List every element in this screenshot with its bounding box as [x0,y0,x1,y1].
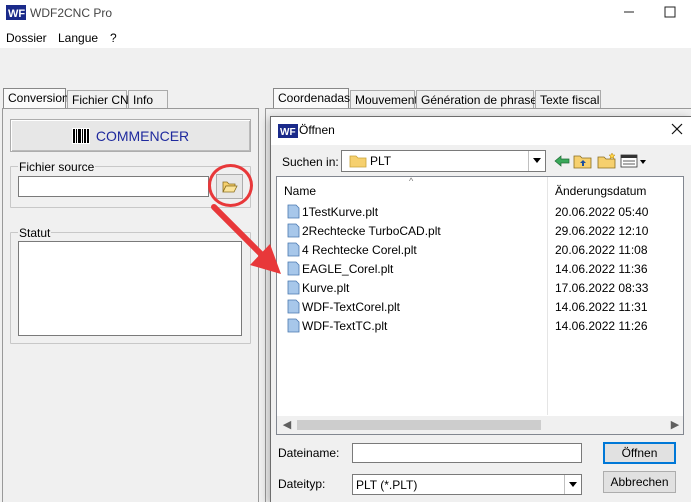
tab-coordenadas[interactable]: Coordenadas [273,88,350,110]
file-name: 4 Rechtecke Corel.plt [302,243,417,257]
tab-mouvement[interactable]: Mouvement [350,90,418,110]
svg-text:WF: WF [8,8,25,20]
menu-langue[interactable]: Langue [58,31,98,45]
back-icon[interactable] [552,152,572,170]
look-in-label: Suchen in: [282,155,339,169]
file-icon [287,242,300,257]
close-icon[interactable] [669,121,685,137]
file-name: WDF-TextTC.plt [302,319,388,333]
scroll-left-icon[interactable]: ◀ [280,416,294,434]
column-header-date[interactable]: Änderungsdatum [555,184,646,198]
horizontal-scrollbar[interactable]: ◀ ▶ [277,416,683,434]
filetype-value: PLT (*.PLT) [356,478,418,492]
filetype-dropdown[interactable]: PLT (*.PLT) [352,474,582,495]
file-date: 14.06.2022 11:36 [555,262,648,276]
file-icon [287,223,300,238]
file-date: 20.06.2022 11:08 [555,243,648,257]
view-menu-icon[interactable] [620,152,648,170]
chevron-down-icon[interactable] [564,475,581,494]
file-name: EAGLE_Corel.plt [302,262,394,276]
file-icon [287,280,300,295]
file-list[interactable]: ^ Name Änderungsdatum 1TestKurve.plt 20.… [276,176,684,435]
file-date: 14.06.2022 11:31 [555,300,648,314]
sort-ascending-icon: ^ [409,176,414,186]
source-group-label: Fichier source [18,160,96,174]
menu-help[interactable]: ? [110,31,117,45]
tab-generation-phrases[interactable]: Génération de phrases [416,90,543,110]
file-icon [287,318,300,333]
status-textarea[interactable] [18,241,242,336]
menu-bar: Dossier Langue ? [0,28,691,48]
file-name: WDF-TextCorel.plt [302,300,401,314]
window-title: WDF2CNC Pro [30,6,113,20]
menu-dossier[interactable]: Dossier [6,31,47,45]
chevron-down-icon[interactable] [528,151,545,171]
tab-fichier-cn[interactable]: Fichier CN [67,90,129,110]
file-row[interactable]: EAGLE_Corel.plt 14.06.2022 11:36 [277,259,683,278]
file-icon [287,261,300,276]
scrollbar-thumb[interactable] [297,420,541,430]
file-row[interactable]: Kurve.plt 17.06.2022 08:33 [277,278,683,297]
scroll-right-icon[interactable]: ▶ [668,416,682,434]
filename-label: Dateiname: [278,446,340,460]
file-name: 2Rechtecke TurboCAD.plt [302,224,441,238]
look-in-dropdown[interactable]: PLT [341,150,546,172]
look-in-value: PLT [370,154,392,168]
tab-texte-fiscal[interactable]: Texte fiscal [535,90,601,110]
new-folder-icon[interactable] [597,152,617,170]
file-row[interactable]: 4 Rechtecke Corel.plt 20.06.2022 11:08 [277,240,683,259]
barcode-icon [71,127,90,144]
start-button-label: COMMENCER [95,127,190,144]
file-row[interactable]: 2Rechtecke TurboCAD.plt 29.06.2022 12:10 [277,221,683,240]
file-row[interactable]: WDF-TextCorel.plt 14.06.2022 11:31 [277,297,683,316]
filetype-label: Dateityp: [278,477,326,491]
file-icon [287,204,300,219]
wdf-app-icon: WF [6,5,26,20]
tab-info[interactable]: Info [128,90,168,110]
column-header-name[interactable]: Name [284,184,316,198]
file-date: 14.06.2022 11:26 [555,319,648,333]
file-date: 17.06.2022 08:33 [555,281,649,295]
file-row[interactable]: WDF-TextTC.plt 14.06.2022 11:26 [277,316,683,335]
open-button[interactable]: Öffnen [603,442,676,464]
start-button[interactable]: COMMENCER [10,119,251,152]
status-group-label: Statut [18,226,52,240]
folder-icon [349,155,367,168]
minimize-icon[interactable] [619,3,639,21]
file-name: 1TestKurve.plt [302,205,379,219]
up-folder-icon[interactable] [573,152,593,170]
svg-text:WF: WF [280,127,296,138]
file-date: 20.06.2022 05:40 [555,205,649,219]
file-date: 29.06.2022 12:10 [555,224,649,238]
cancel-button[interactable]: Abbrechen [603,471,676,493]
filename-input[interactable] [352,443,582,463]
file-name: Kurve.plt [302,281,350,295]
file-row[interactable]: 1TestKurve.plt 20.06.2022 05:40 [277,202,683,221]
dialog-title: Öffnen [299,123,335,137]
tab-conversion[interactable]: Conversion [3,88,69,110]
file-icon [287,299,300,314]
maximize-icon[interactable] [660,3,680,21]
source-file-field[interactable] [18,176,209,197]
wdf-app-icon: WF [278,124,298,138]
annotation-circle [208,164,253,207]
